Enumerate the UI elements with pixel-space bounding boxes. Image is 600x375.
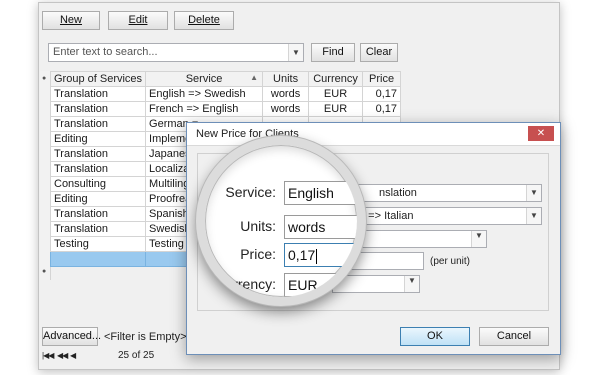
column-header-group[interactable]: Group of Services <box>49 71 147 87</box>
cell-currency[interactable]: EUR <box>308 101 364 117</box>
units-field-magnified[interactable]: words <box>284 215 357 239</box>
cell-currency[interactable]: EUR <box>308 86 364 102</box>
search-placeholder: Enter text to search... <box>53 46 158 58</box>
cell-group[interactable]: Translation <box>49 86 147 102</box>
currency-field-magnified[interactable]: EUR <box>284 273 357 297</box>
filter-status: <Filter is Empty> <box>104 331 187 343</box>
delete-button[interactable]: Delete <box>174 11 234 30</box>
text-cursor <box>316 248 318 264</box>
per-unit-label: (per unit) <box>430 256 471 267</box>
cell-group[interactable]: Testing <box>49 236 147 252</box>
cell-service[interactable]: English => Swedish <box>145 86 264 102</box>
units-label: Units: <box>240 218 276 234</box>
edit-button-label: Edit <box>128 14 148 26</box>
cancel-button[interactable]: Cancel <box>479 327 549 346</box>
price-value-magnified: 0,17 <box>288 247 316 263</box>
table-row[interactable]: Translation French => English words EUR 0,17 <box>49 101 402 117</box>
column-header-currency[interactable]: Currency <box>308 71 364 87</box>
dialog-titlebar: New Price for Clients ✕ <box>187 123 560 146</box>
column-header-units[interactable]: Units <box>262 71 310 87</box>
cell-units[interactable]: words <box>262 86 310 102</box>
new-button-label: New <box>59 14 82 26</box>
price-field-magnified[interactable]: 0,17 <box>284 243 357 267</box>
sort-ascending-icon: ▲ <box>250 73 259 82</box>
find-button-label: Find <box>322 46 344 58</box>
cell-group[interactable]: Translation <box>49 221 147 237</box>
new-row-indicator-icon: ● <box>42 268 47 275</box>
search-input[interactable]: Enter text to search... ▼ <box>48 43 304 62</box>
currency-label: Currency: <box>215 276 276 292</box>
first-record-icon[interactable]: |◀◀ <box>42 351 54 360</box>
record-counter: 25 of 25 <box>118 350 155 361</box>
table-row[interactable]: Translation English => Swedish words EUR 0,1… <box>49 86 402 102</box>
chevron-down-icon[interactable]: ▼ <box>526 208 541 224</box>
close-button[interactable]: ✕ <box>528 126 554 141</box>
cell-price[interactable]: 0,17 <box>362 86 402 102</box>
cancel-button-label: Cancel <box>496 330 532 342</box>
column-header-service-label: Service <box>185 73 223 85</box>
currency-value-magnified: EUR <box>288 277 318 293</box>
chevron-down-icon[interactable]: ▼ <box>471 231 486 247</box>
service-value-magnified: English <box>288 185 334 201</box>
ok-button-label: OK <box>427 330 443 342</box>
service-select[interactable]: nslation ▼ <box>332 184 542 202</box>
clear-button[interactable]: Clear <box>360 43 398 62</box>
service-field-magnified[interactable]: English <box>284 181 357 205</box>
cell-group[interactable]: Translation <box>49 161 147 177</box>
magnifier-lens: Service: English Units: words Price: 0,1… <box>196 136 366 306</box>
price-label: Price: <box>240 246 276 262</box>
close-icon: ✕ <box>536 128 546 139</box>
chevron-down-icon[interactable]: ▼ <box>404 276 419 292</box>
service-select-value: nslation <box>379 187 417 199</box>
column-header-service[interactable]: Service ▲ <box>145 71 264 87</box>
advanced-button[interactable]: Advanced... <box>42 327 102 346</box>
cell-group[interactable]: Translation <box>49 101 147 117</box>
units-value-magnified: words <box>288 219 326 235</box>
cell-group[interactable]: Translation <box>49 116 147 132</box>
ok-button[interactable]: OK <box>400 327 470 346</box>
cell-service[interactable]: French => English <box>145 101 264 117</box>
cell-price[interactable]: 0,17 <box>362 101 402 117</box>
edit-button[interactable]: Edit <box>108 11 168 30</box>
service-detail-value: h => Italian <box>359 210 414 222</box>
chevron-down-icon[interactable]: ▼ <box>288 44 303 61</box>
cell-group[interactable]: Consulting <box>49 176 147 192</box>
delete-button-label: Delete <box>188 14 220 26</box>
cell-units[interactable]: words <box>262 101 310 117</box>
magnifier-content: Service: English Units: words Price: 0,1… <box>205 145 357 297</box>
cell-group[interactable]: Editing <box>49 131 147 147</box>
cell-group[interactable]: Translation <box>49 146 147 162</box>
find-button[interactable]: Find <box>311 43 355 62</box>
previous-record-icon[interactable]: ◀ <box>70 351 76 360</box>
previous-page-icon[interactable]: ◀◀ <box>57 351 68 360</box>
service-label: Service: <box>225 184 276 200</box>
cell-group[interactable]: Translation <box>49 206 147 222</box>
chevron-down-icon[interactable]: ▼ <box>526 185 541 201</box>
cell-group[interactable]: Editing <box>49 191 147 207</box>
header-indicator-icon: ● <box>42 75 47 82</box>
clear-button-label: Clear <box>365 46 393 58</box>
column-header-price[interactable]: Price <box>362 71 402 87</box>
new-button[interactable]: New <box>42 11 100 30</box>
advanced-button-label: Advanced... <box>43 330 102 342</box>
